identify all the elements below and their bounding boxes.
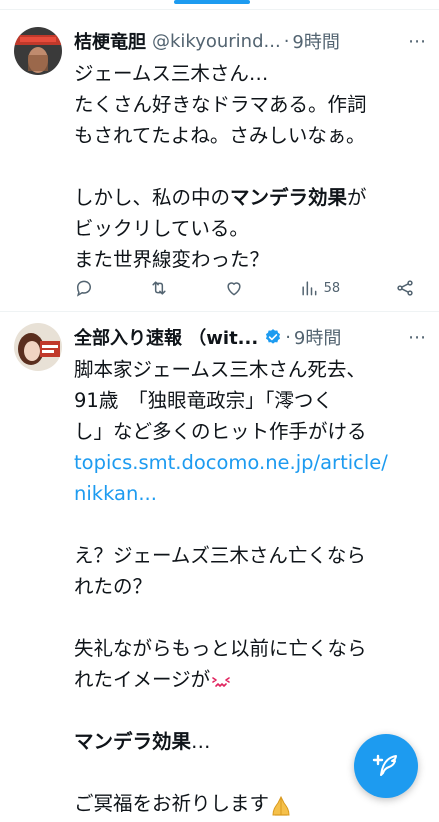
more-icon[interactable]: ⋯	[402, 31, 427, 52]
text-line: 91歳 「独眼竜政宗」「澪つく	[74, 385, 429, 416]
text-line: し」など多くのヒット作手がける	[74, 416, 429, 447]
text-segment: ご冥福をお祈りします	[74, 792, 270, 815]
text-segment: が	[347, 186, 367, 209]
text-segment: え？ジェームズ三木さん亡くなら	[74, 544, 366, 567]
text-segment: しかし、私の中の	[74, 186, 231, 209]
text-line: れたの？	[74, 571, 429, 602]
text-segment: 91歳 「独眼竜政宗」「澪つく	[74, 389, 333, 412]
text-line: nikkan...	[74, 478, 429, 509]
text-segment: ジェームス三木さん…	[74, 62, 269, 85]
compose-icon	[372, 754, 397, 776]
text-line	[74, 509, 429, 540]
views-count: 58	[323, 280, 341, 296]
reply-button[interactable]	[74, 278, 94, 298]
share-button[interactable]	[395, 278, 415, 298]
text-segment: もされてたよね。さみしいなぁ。	[74, 124, 366, 147]
text-line: 脚本家ジェームス三木さん死去、	[74, 354, 429, 385]
text-segment: ビックリしている。	[74, 217, 249, 240]
hashtag-text: マンデラ効果	[230, 186, 348, 209]
separator-dot: ·	[285, 326, 291, 348]
article-link[interactable]: nikkan...	[74, 482, 157, 505]
author-name[interactable]: 桔梗竜胆	[74, 28, 146, 54]
text-segment: 脚本家ジェームス三木さん死去、	[74, 358, 366, 381]
confounded-emoji	[212, 676, 230, 687]
author-name[interactable]: 全部入り速報 （wit...	[74, 324, 258, 350]
text-line	[74, 695, 429, 726]
timestamp[interactable]: 9時間	[292, 28, 339, 54]
text-line: また世界線変わった？	[74, 244, 429, 275]
text-line	[74, 602, 429, 633]
text-segment: また世界線変わった？	[74, 248, 270, 271]
action-bar: 58	[74, 276, 415, 300]
text-segment: れたの？	[74, 575, 153, 598]
pray-emoji	[272, 795, 290, 816]
reply-icon	[76, 280, 92, 297]
text-line: topics.smt.docomo.ne.jp/article/	[74, 447, 429, 478]
text-segment: し」など多くのヒット作手がける	[74, 420, 367, 443]
retweet-button[interactable]	[149, 278, 169, 298]
separator-dot: ·	[283, 30, 290, 52]
more-icon[interactable]: ⋯	[402, 327, 427, 348]
timestamp[interactable]: 9時間	[294, 324, 341, 350]
text-line: たくさん好きなドラマある。作詞	[74, 89, 429, 120]
like-icon	[227, 282, 241, 296]
verified-badge-icon	[266, 329, 281, 344]
retweet-icon	[152, 281, 166, 295]
avatar[interactable]	[14, 323, 62, 371]
text-line: ビックリしている。	[74, 213, 429, 244]
text-line: ジェームス三木さん…	[74, 58, 429, 89]
share-icon	[397, 280, 413, 296]
text-line: れたイメージが	[74, 664, 429, 695]
text-line: 失礼ながらもっと以前に亡くなら	[74, 633, 429, 664]
tweet-text: ジェームス三木さん… たくさん好きなドラマある。作詞 もされてたよね。さみしいな…	[74, 58, 429, 275]
article-link[interactable]: topics.smt.docomo.ne.jp/article/	[74, 451, 388, 474]
text-line: え？ジェームズ三木さん亡くなら	[74, 540, 429, 571]
tweet-1[interactable]: 桔梗竜胆 @kikyourind... · 9時間 ⋯ ジェームス三木さん… た…	[0, 0, 439, 311]
author-handle[interactable]: @kikyourind...	[152, 31, 281, 52]
hashtag-text: マンデラ効果	[74, 730, 192, 753]
text-line: もされてたよね。さみしいなぁ。	[74, 120, 429, 151]
views-button[interactable]: 58	[299, 278, 341, 298]
text-segment: …	[191, 730, 211, 753]
text-segment: 失礼ながらもっと以前に亡くなら	[74, 637, 367, 660]
text-line: しかし、私の中のマンデラ効果が	[74, 182, 429, 213]
text-line	[74, 151, 429, 182]
text-segment: れたイメージが	[74, 668, 211, 691]
like-button[interactable]	[224, 278, 244, 298]
avatar[interactable]	[14, 27, 62, 75]
views-icon	[301, 281, 316, 296]
text-segment: たくさん好きなドラマある。作詞	[74, 93, 367, 116]
compose-button[interactable]	[354, 734, 418, 798]
